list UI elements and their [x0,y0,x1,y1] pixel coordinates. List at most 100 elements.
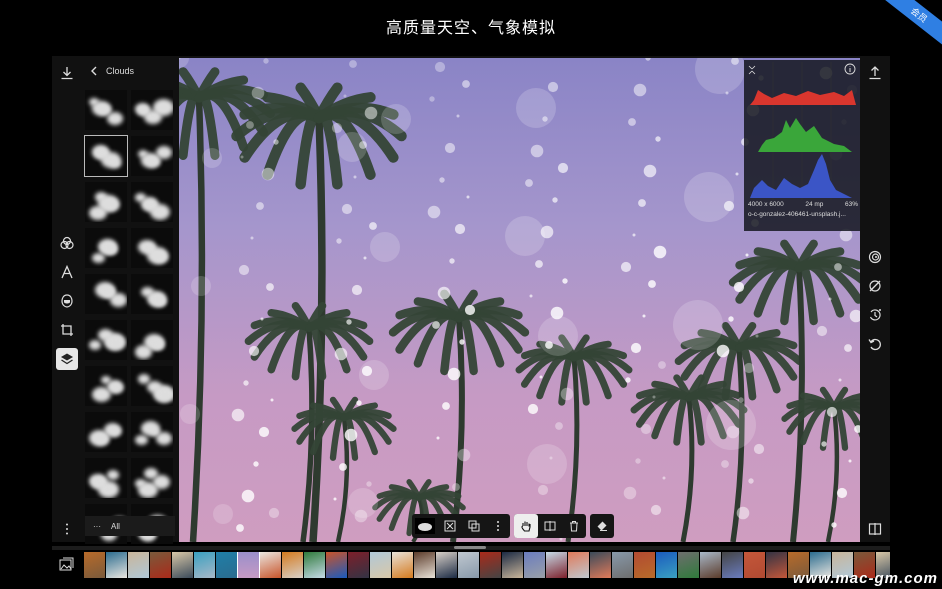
filmstrip-drag-handle[interactable] [454,546,486,549]
snowflake [736,506,750,520]
cloud-thumbnail[interactable] [85,274,127,314]
snowflake [632,233,636,237]
cloud-thumbnail[interactable] [84,135,128,177]
filmstrip-thumbnail[interactable] [237,552,260,578]
snowflake [447,367,461,381]
cloud-thumbnail[interactable] [131,274,173,314]
eraser-icon[interactable] [590,514,614,538]
filmstrip-thumbnail[interactable] [458,552,479,578]
cloud-thumbnail[interactable] [85,458,127,498]
filmstrip-thumbnail[interactable] [722,552,743,578]
erase-line-icon[interactable] [864,275,886,297]
green-channel [758,118,852,152]
cloud-thumbnail[interactable] [85,366,127,406]
filmstrip-thumbnail[interactable] [414,552,435,578]
panel-footer[interactable]: ··· All [85,516,175,536]
snow-bokeh [516,88,556,128]
filmstrip-thumbnail[interactable] [106,552,127,578]
compare-icon[interactable] [864,518,886,540]
filmstrip-thumbnail[interactable] [744,552,765,578]
filmstrip-thumbnail[interactable] [656,552,677,578]
snowflake [341,203,353,215]
filmstrip-thumbnail[interactable] [392,552,413,578]
spiral-icon[interactable] [864,246,886,268]
cloud-thumbnail[interactable] [131,320,173,360]
filmstrip-thumbnail[interactable] [612,552,633,578]
filmstrip-thumbnail[interactable] [766,552,787,578]
snow-bokeh [180,404,200,424]
filmstrip-thumbnail[interactable] [172,552,193,578]
filmstrip-thumbnail[interactable] [282,552,303,578]
cloud-thumbnail[interactable] [85,320,127,360]
fit-icon[interactable] [438,514,462,538]
filmstrip-thumbnail[interactable] [568,552,589,578]
filmstrip-thumbnail[interactable] [370,552,391,578]
crop-icon[interactable] [56,319,78,341]
snow-bokeh [179,58,189,68]
filmstrip-thumbnail[interactable] [84,552,105,578]
snowflake [464,304,476,316]
cloud-thumbnail[interactable] [85,182,127,222]
filmstrip-thumbnail[interactable] [436,552,457,578]
snowflake [256,202,264,210]
snow-bokeh [673,300,723,350]
layer-thumb[interactable] [412,514,438,538]
filmstrip-thumbnail[interactable] [304,552,325,578]
layers-icon[interactable] [56,348,78,370]
snowflake [436,436,440,440]
filmstrip-thumbnail[interactable] [546,552,567,578]
gallery-icon[interactable] [58,556,76,574]
snowflake [638,199,646,207]
filmstrip-thumbnail[interactable] [678,552,699,578]
share-icon[interactable] [864,62,886,84]
cloud-thumbnail[interactable] [131,228,173,268]
text-icon[interactable] [56,261,78,283]
filmstrip-thumbnail[interactable] [260,552,281,578]
history-icon[interactable] [864,304,886,326]
filmstrip-thumbnail[interactable] [480,552,501,578]
layer-toolbar [412,514,628,540]
snowflake [635,458,641,464]
snowflake [243,380,249,386]
more-icon[interactable] [56,518,78,540]
erase-actions [590,514,614,538]
undo-icon[interactable] [864,333,886,355]
cloud-thumbnail[interactable] [131,90,173,130]
snowflake [250,236,254,240]
filmstrip-thumbnail[interactable] [150,552,171,578]
chevron-left-icon[interactable] [90,66,98,76]
filmstrip-thumbnail[interactable] [524,552,545,578]
hand-icon[interactable] [514,514,538,538]
snowflake [658,361,666,369]
filmstrip-thumbnail[interactable] [590,552,611,578]
cloud-thumbnail[interactable] [131,136,173,176]
snow-bokeh [370,232,400,262]
cloud-thumbnail[interactable] [131,366,173,406]
cloud-thumbnail[interactable] [131,412,173,452]
cloud-thumbnail[interactable] [131,182,173,222]
snowflake [457,448,471,462]
snowflake [273,139,279,145]
snowflake [834,263,842,271]
filmstrip-thumbnail[interactable] [502,552,523,578]
filmstrip-thumbnail[interactable] [700,552,721,578]
filmstrip-thumbnail[interactable] [634,552,655,578]
snowflake [449,258,455,264]
duplicate-icon[interactable] [462,514,486,538]
trash-icon[interactable] [562,514,586,538]
cloud-thumbnail[interactable] [131,458,173,498]
cloud-thumbnail[interactable] [85,90,127,130]
filmstrip-thumbnail[interactable] [348,552,369,578]
more-vertical-icon[interactable] [486,514,510,538]
filmstrip-thumbnail[interactable] [128,552,149,578]
filmstrip-thumbnail[interactable] [194,552,215,578]
flip-icon[interactable] [538,514,562,538]
filmstrip-thumbnail[interactable] [326,552,347,578]
cloud-thumbnail[interactable] [85,228,127,268]
download-icon[interactable] [56,62,78,84]
filmstrip-thumbnail[interactable] [216,552,237,578]
mask-icon[interactable] [56,290,78,312]
snowflake [364,106,378,120]
overlap-circles-icon[interactable] [56,232,78,254]
cloud-thumbnail[interactable] [85,412,127,452]
